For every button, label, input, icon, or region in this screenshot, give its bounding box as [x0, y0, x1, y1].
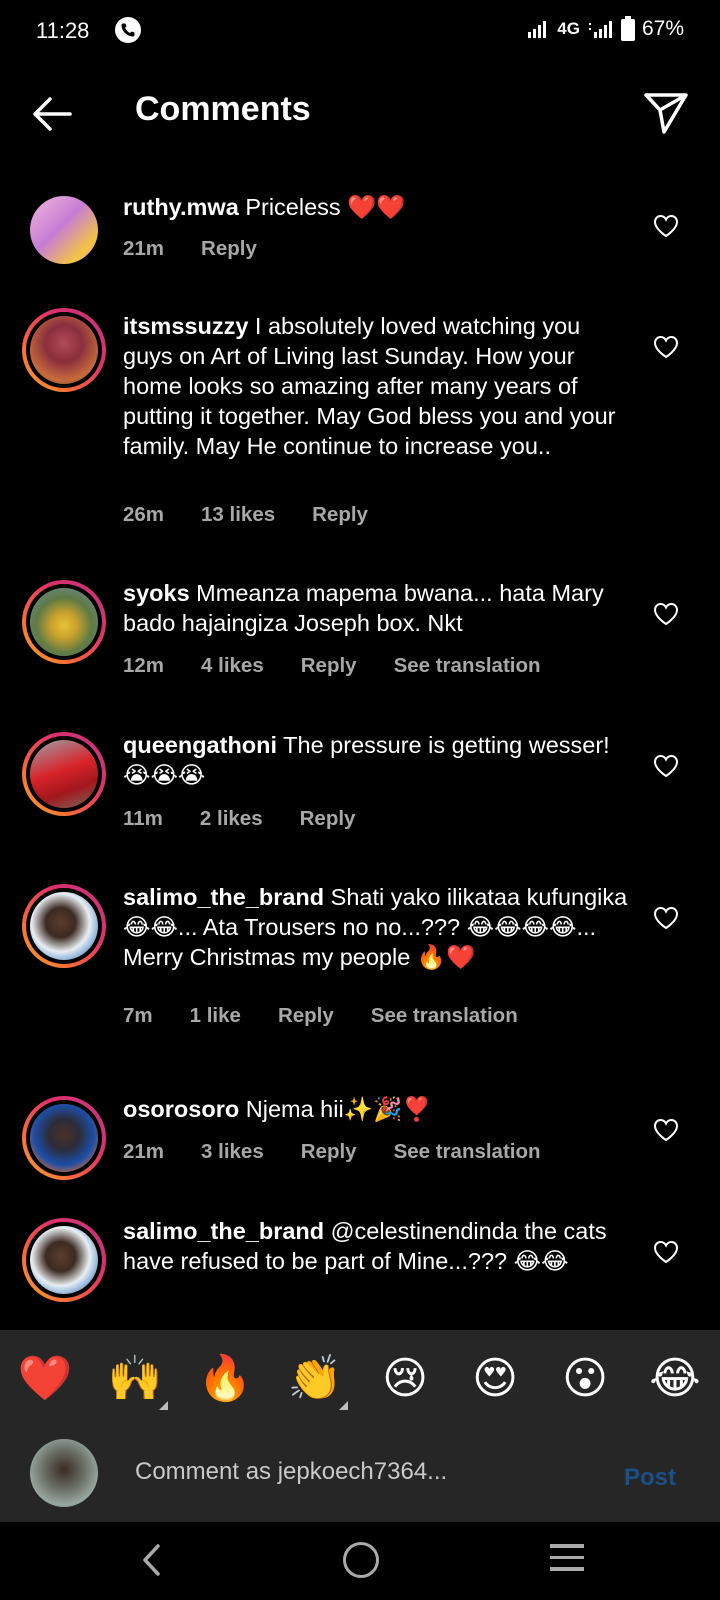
comment-likes[interactable]: 13 likes: [201, 503, 275, 527]
reaction-fire[interactable]: 🔥: [197, 1354, 253, 1404]
status-time: 11:28: [36, 18, 90, 43]
comment-time: 7m: [123, 1004, 153, 1027]
avatar[interactable]: [22, 308, 106, 392]
avatar[interactable]: [22, 1218, 106, 1302]
battery-icon: [620, 16, 635, 41]
skin-tone-indicator: [339, 1401, 348, 1410]
call-icon: [115, 17, 141, 43]
comment-text: salimo_the_brand @celestinendinda the ca…: [123, 1216, 633, 1276]
reaction-heart[interactable]: ❤️: [17, 1354, 73, 1404]
reply-button[interactable]: Reply: [312, 503, 368, 527]
nav-back-icon[interactable]: [140, 1542, 164, 1578]
heart-icon[interactable]: [653, 906, 679, 930]
page-title: Comments: [135, 90, 311, 128]
reaction-sad[interactable]: 😢: [377, 1354, 433, 1404]
comment-username[interactable]: syoks: [123, 580, 190, 606]
avatar[interactable]: [22, 1096, 106, 1180]
network-type: 4G: [557, 19, 580, 38]
comment-meta: 12m 4 likes Reply See translation: [123, 654, 541, 678]
system-nav-bar: [0, 1522, 720, 1600]
back-button[interactable]: [28, 90, 76, 138]
comment-meta: 26m 13 likes Reply: [123, 503, 368, 527]
comment-time: 26m: [123, 503, 165, 526]
heart-icon[interactable]: [653, 754, 679, 778]
send-icon: [644, 93, 688, 134]
nav-home-icon[interactable]: [343, 1542, 379, 1578]
reaction-raised-hands[interactable]: 🙌: [107, 1354, 163, 1404]
comment-text: ruthy.mwa Priceless ❤️❤️: [123, 192, 633, 222]
post-button[interactable]: Post: [624, 1464, 676, 1492]
comment-time: 12m: [123, 654, 165, 677]
reaction-surprised[interactable]: 😮: [557, 1354, 613, 1404]
heart-icon[interactable]: [653, 335, 679, 359]
signal-2-icon: [588, 21, 612, 38]
comment-time: 21m: [123, 1140, 165, 1163]
comment-username[interactable]: ruthy.mwa: [123, 194, 239, 220]
reply-button[interactable]: Reply: [301, 1140, 357, 1164]
comment-username[interactable]: salimo_the_brand: [123, 884, 324, 910]
comment-content: Njema hii✨🎉❣️: [245, 1096, 432, 1122]
comment-text: osorosoro Njema hii✨🎉❣️: [123, 1094, 633, 1124]
comment-input[interactable]: Comment as jepkoech7364...: [135, 1458, 447, 1486]
reply-button[interactable]: Reply: [201, 237, 257, 261]
heart-icon[interactable]: [653, 1240, 679, 1264]
comment-meta: 11m 2 likes Reply: [123, 807, 355, 831]
comment-text: syoks Mmeanza mapema bwana... hata Mary …: [123, 578, 633, 638]
comment-likes[interactable]: 2 likes: [200, 807, 263, 831]
reaction-heart-eyes[interactable]: 😍: [467, 1354, 523, 1404]
comment-meta: 21m 3 likes Reply See translation: [123, 1140, 541, 1164]
reply-button[interactable]: Reply: [300, 807, 356, 831]
heart-icon[interactable]: [653, 602, 679, 626]
my-avatar: [30, 1439, 98, 1507]
see-translation-button[interactable]: See translation: [394, 654, 541, 678]
comment-username[interactable]: salimo_the_brand: [123, 1218, 324, 1244]
avatar[interactable]: [22, 732, 106, 816]
status-bar: 11:28 4G 67%: [0, 0, 720, 62]
comment-time: 21m: [123, 237, 165, 260]
header: Comments: [0, 62, 720, 166]
comment-time: 11m: [123, 807, 163, 830]
arrow-left-icon: [33, 97, 72, 131]
see-translation-button[interactable]: See translation: [371, 1004, 518, 1028]
nav-recents-icon[interactable]: [550, 1544, 584, 1579]
battery-percent: 67%: [641, 17, 684, 40]
comment-text: salimo_the_brand Shati yako ilikataa kuf…: [123, 882, 633, 972]
signal-icon: [528, 21, 547, 38]
comment-likes[interactable]: 4 likes: [201, 654, 264, 678]
comment-content: Mmeanza mapema bwana... hata Mary bado h…: [123, 580, 604, 636]
reply-button[interactable]: Reply: [301, 654, 357, 678]
reaction-clap[interactable]: 👏: [287, 1354, 343, 1404]
comment-username[interactable]: queengathoni: [123, 732, 277, 758]
comment-text: queengathoni The pressure is getting wes…: [123, 730, 633, 790]
comment-username[interactable]: itsmssuzzy: [123, 313, 248, 339]
avatar[interactable]: [22, 580, 106, 664]
comment-username[interactable]: osorosoro: [123, 1096, 239, 1122]
comment-content: Priceless ❤️❤️: [245, 194, 406, 220]
comment-likes[interactable]: 3 likes: [201, 1140, 264, 1164]
reply-button[interactable]: Reply: [278, 1004, 334, 1028]
comment-likes[interactable]: 1 like: [190, 1004, 241, 1028]
comments-list[interactable]: ruthy.mwa Priceless ❤️❤️ 21m Reply itsms…: [0, 166, 720, 1330]
quick-reactions-bar: ❤️ 🙌 🔥 👏 😢 😍 😮 😂: [0, 1330, 720, 1430]
skin-tone-indicator: [159, 1401, 168, 1410]
avatar[interactable]: [22, 884, 106, 968]
see-translation-button[interactable]: See translation: [394, 1140, 541, 1164]
avatar[interactable]: [22, 188, 106, 272]
share-button[interactable]: [642, 88, 690, 136]
reaction-laugh[interactable]: 😂: [647, 1354, 703, 1404]
comment-text: itsmssuzzy I absolutely loved watching y…: [123, 311, 633, 461]
comment-composer: Comment as jepkoech7364... Post: [0, 1430, 720, 1522]
heart-icon[interactable]: [653, 1118, 679, 1142]
comment-meta: 7m 1 like Reply See translation: [123, 1004, 518, 1028]
comment-meta: 21m Reply: [123, 237, 257, 261]
heart-icon[interactable]: [653, 214, 679, 238]
